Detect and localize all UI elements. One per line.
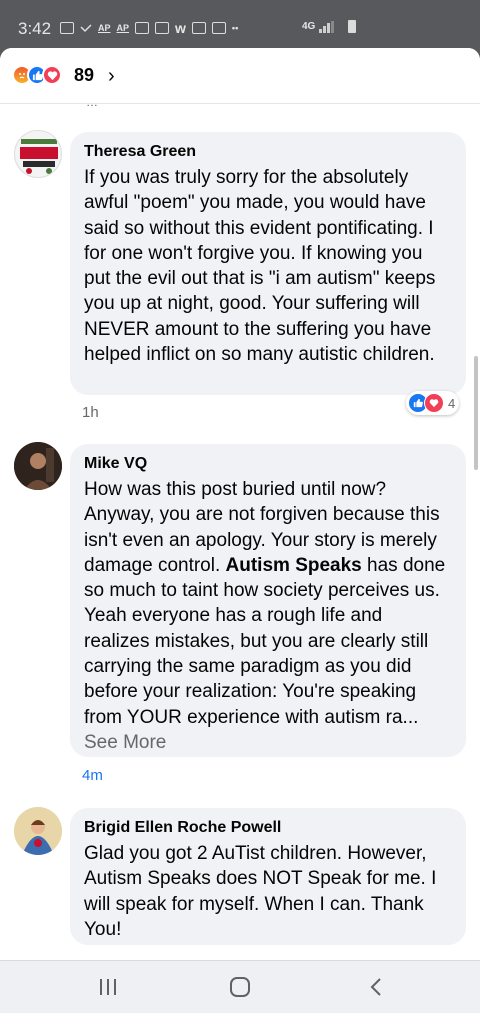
see-more-link[interactable]: See More bbox=[84, 732, 166, 753]
comment-timestamp[interactable]: 4m bbox=[82, 767, 103, 784]
reaction-count: 89 bbox=[74, 65, 95, 85]
love-reaction-icon bbox=[42, 65, 62, 85]
more-dots-icon: •• bbox=[231, 23, 239, 33]
comment-text: Glad you got 2 AuTist children. However,… bbox=[84, 843, 437, 940]
reaction-count: 4 bbox=[448, 395, 456, 411]
love-reaction-icon bbox=[424, 393, 444, 413]
comment-timestamp[interactable]: 1h bbox=[82, 404, 99, 421]
reaction-icons bbox=[12, 65, 62, 85]
bold-mention: Autism Speaks bbox=[225, 554, 362, 576]
comments-sheet: 89 › … Theresa Green If you was truly so… bbox=[0, 48, 480, 960]
navigation-bar bbox=[0, 960, 480, 1013]
comment-text: How was this post buried until now? Anyw… bbox=[84, 479, 446, 753]
back-icon[interactable] bbox=[364, 975, 388, 999]
status-time: 3:42 bbox=[18, 19, 52, 38]
comment-bubble[interactable]: Mike VQ How was this post buried until n… bbox=[70, 444, 466, 757]
video-icon bbox=[155, 22, 170, 34]
comment-author[interactable]: Mike VQ bbox=[84, 454, 452, 474]
comment-author[interactable]: Brigid Ellen Roche Powell bbox=[84, 818, 452, 838]
scrollbar[interactable] bbox=[474, 356, 478, 470]
avatar[interactable] bbox=[14, 807, 62, 855]
status-bar: 3:42 AP AP w •• 4G bbox=[0, 0, 480, 48]
battery-icon bbox=[348, 20, 357, 33]
ap-news-icon: AP bbox=[116, 23, 130, 33]
comment-bubble[interactable]: Brigid Ellen Roche Powell Glad you got 2… bbox=[70, 808, 466, 945]
recent-apps-icon[interactable] bbox=[96, 975, 120, 999]
reactions-header[interactable]: 89 › … bbox=[0, 48, 480, 109]
comment-author[interactable]: Theresa Green bbox=[84, 142, 452, 162]
comment-bubble[interactable]: Theresa Green If you was truly sorry for… bbox=[70, 132, 466, 395]
status-right: 4G bbox=[302, 20, 357, 33]
chevron-right-icon[interactable]: › bbox=[108, 65, 115, 88]
gallery-icon bbox=[135, 22, 150, 34]
signal-icon bbox=[319, 20, 335, 33]
message-icon bbox=[60, 22, 74, 34]
missed-call-icon bbox=[80, 22, 92, 34]
avatar[interactable] bbox=[14, 130, 62, 178]
comment-text: If you was truly sorry for the absolutel… bbox=[84, 167, 436, 366]
network-label: 4G bbox=[302, 21, 316, 32]
w-app-icon: w bbox=[175, 20, 186, 36]
image-icon bbox=[191, 22, 206, 34]
avatar[interactable] bbox=[14, 442, 62, 490]
home-icon[interactable] bbox=[228, 975, 252, 999]
ap-news-icon: AP bbox=[98, 23, 111, 33]
calendar-icon bbox=[211, 22, 226, 34]
comment-reactions[interactable]: 4 bbox=[406, 391, 460, 415]
earlier-comments-ellipsis[interactable]: … bbox=[86, 95, 99, 109]
notification-icons: AP AP w •• bbox=[60, 20, 238, 36]
